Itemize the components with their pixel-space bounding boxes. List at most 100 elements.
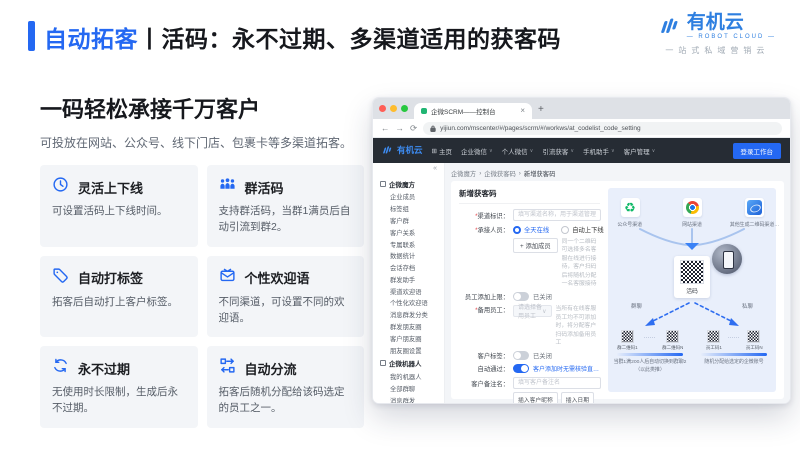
maximize-window-button[interactable]: [401, 105, 408, 112]
radio-auto-schedule[interactable]: 自动上下线: [561, 225, 603, 234]
sidebar-item[interactable]: 数据统计: [373, 250, 444, 262]
breadcrumb-item[interactable]: 企微魔方: [451, 169, 476, 178]
nav-item-wecom[interactable]: 企业微信∨: [461, 146, 493, 156]
radio-unselected-icon: [561, 226, 569, 234]
sidebar-item[interactable]: 渠道欢迎语: [373, 285, 444, 297]
breadcrumb-sep: ›: [519, 170, 521, 177]
channel-label: *渠道标识：: [459, 211, 509, 220]
breadcrumb-current: 新增获客码: [524, 169, 555, 178]
sidebar-group-wecom-robot[interactable]: 企微机器人: [373, 356, 444, 371]
backup-staff-select[interactable]: 请选择备用员工∨: [513, 305, 552, 317]
browser-tab[interactable]: 企微SCRM——控制台 ×: [414, 103, 532, 119]
folder-icon: [380, 360, 386, 366]
nav-item-personal-wechat[interactable]: 个人微信∨: [502, 146, 534, 156]
browser-urlbar: ← → ⟳ yijiun.com/mscenter/#/pages/scrm/#…: [373, 119, 790, 138]
nav-item-acquisition[interactable]: 引流获客∨: [542, 146, 574, 156]
address-bar[interactable]: yijiun.com/mscenter/#/pages/scrm/#/workw…: [423, 122, 782, 135]
radio-always-online[interactable]: 全天在线: [513, 225, 549, 234]
sidebar-item[interactable]: 消息群发分类: [373, 309, 444, 321]
channel-label: 其他生成二维码渠道…: [729, 220, 779, 227]
feature-desc: 无使用时长限制，生成后永不过期。: [52, 384, 186, 417]
feature-title: 灵活上下线: [78, 178, 143, 197]
ellipsis: ……: [728, 334, 740, 340]
livecode-label: 活码: [686, 286, 698, 295]
feature-card-never-expire: 永不过期 无使用时长限制，生成后永不过期。: [40, 346, 198, 428]
sidebar-item[interactable]: 客户关系: [373, 226, 444, 238]
sidebar-item[interactable]: 消息群发: [373, 395, 444, 404]
feature-desc: 支持群活码，当群1满员后自动引流到群2。: [219, 203, 353, 236]
sidebar-group-wecom-cube[interactable]: 企微魔方: [373, 176, 444, 191]
sidebar-item[interactable]: 全部群聊: [373, 383, 444, 395]
sidebar-item[interactable]: 个性化欢迎语: [373, 297, 444, 309]
refresh-icon: [52, 357, 69, 379]
remark-name-input[interactable]: [513, 377, 601, 389]
channel-name-input[interactable]: [513, 209, 601, 221]
sidebar-item[interactable]: 朋友圈设置: [373, 344, 444, 356]
insert-nickname-button[interactable]: 插入客户昵称: [513, 392, 558, 404]
staff-qr-last: 员工码N: [745, 330, 764, 351]
chevron-down-icon: ∨: [652, 148, 656, 154]
add-member-button[interactable]: + 添加成员: [513, 238, 558, 253]
form-card: 新增获客码 *渠道标识： *承接人员： 全天在线 自动上下线 +: [451, 181, 784, 399]
app-body: « 企微魔方 企业成员 标签组 客户群 客户关系 专属联系 数据统计 会话存档 …: [373, 163, 790, 403]
insert-date-button[interactable]: 插入日期: [561, 392, 594, 404]
app-logo-icon: [382, 142, 394, 160]
sidebar-item[interactable]: 专属联系: [373, 238, 444, 250]
channel-other-qr: 其他生成二维码渠道…: [731, 198, 777, 228]
back-icon[interactable]: ←: [381, 124, 390, 133]
new-code-form: 新增获客码 *渠道标识： *承接人员： 全天在线 自动上下线 +: [459, 188, 600, 392]
qrcode-app-icon: [745, 198, 764, 217]
feature-title: 自动分流: [245, 359, 297, 378]
channel-website: 网站渠道: [669, 198, 715, 228]
brand-logo: 有机云 — ROBOT CLOUD — 一站式私域营销云: [659, 13, 776, 56]
nav-item-home[interactable]: ⊞主页: [432, 146, 452, 156]
add-member-hint: 同一个二维码可选择多名客服在线进行接待，客户扫码后将随机分配一名客服接待: [562, 238, 600, 288]
nav-item-phone-assistant[interactable]: 手机助手∨: [583, 146, 615, 156]
browser-window: 企微SCRM——控制台 × + ← → ⟳ yijiun.com/mscente…: [372, 97, 791, 404]
limit-toggle[interactable]: [513, 292, 529, 301]
close-window-button[interactable]: [379, 105, 386, 112]
window-controls[interactable]: [379, 105, 408, 112]
remark-name-label: 客户备注名：: [459, 379, 509, 388]
sidebar-item[interactable]: 客户群: [373, 215, 444, 227]
autopass-toggle[interactable]: [513, 364, 529, 373]
sidebar-collapse-icon[interactable]: «: [373, 165, 444, 176]
sidebar-item[interactable]: 企业成员: [373, 191, 444, 203]
feature-title: 永不过期: [78, 359, 130, 378]
sidebar-item[interactable]: 群发助手: [373, 273, 444, 285]
backup-hint: 当所有在线客服员工均不可添加时，将分配客户扫码添加备用员工: [556, 305, 600, 347]
brand-tagline: 一站式私域营销云: [665, 45, 769, 56]
nav-item-customer-mgmt[interactable]: 客户管理∨: [624, 146, 656, 156]
page-title-accent: 自动拓客: [44, 26, 138, 52]
phone-photo: [712, 244, 742, 274]
sidebar-item[interactable]: 会话存档: [373, 262, 444, 274]
app-brand-name: 有机云: [397, 146, 423, 155]
group-qr-caption: 当群1满200人后自动切换到群聊2（以此类推）: [612, 359, 688, 374]
sidebar-item[interactable]: 客户朋友圈: [373, 332, 444, 344]
progress-line: [617, 353, 683, 356]
chevron-down-icon: ∨: [611, 148, 615, 154]
feature-title: 群活码: [245, 178, 284, 197]
tag-toggle[interactable]: [513, 351, 529, 360]
group-qr-first: 群二维码1: [616, 330, 639, 351]
sidebar-item[interactable]: 群发朋友圈: [373, 321, 444, 333]
feature-card-auto-tag: 自动打标签 拓客后自动打上客户标签。: [40, 256, 198, 338]
close-tab-icon[interactable]: ×: [520, 107, 525, 115]
channel-label: 网站渠道: [682, 220, 702, 227]
page-title: 自动拓客丨活码：永不过期、多渠道适用的获客码: [44, 20, 561, 54]
reload-icon[interactable]: ⟳: [410, 124, 417, 133]
feature-card-flexible-schedule: 灵活上下线 可设置活码上下线时间。: [40, 165, 198, 247]
breadcrumb-item[interactable]: 企微获客码: [484, 169, 515, 178]
livecode-diagram-panel: ♻ 公众号渠道 网站渠道 其他生成二维码渠道…: [608, 188, 776, 392]
page-title-divider: 丨: [138, 26, 162, 52]
app-logo[interactable]: 有机云: [382, 142, 423, 160]
forward-icon[interactable]: →: [396, 124, 405, 133]
browser-tabbar: 企微SCRM——控制台 × +: [373, 98, 790, 119]
sidebar-item[interactable]: 我的机器人: [373, 371, 444, 383]
minimize-window-button[interactable]: [390, 105, 397, 112]
tab-title: 企微SCRM——控制台: [431, 106, 516, 116]
livecode-qr: [680, 260, 704, 284]
new-tab-button[interactable]: +: [538, 104, 544, 115]
sidebar-item[interactable]: 标签组: [373, 203, 444, 215]
workbench-login-button[interactable]: 登录工作台: [733, 143, 782, 159]
